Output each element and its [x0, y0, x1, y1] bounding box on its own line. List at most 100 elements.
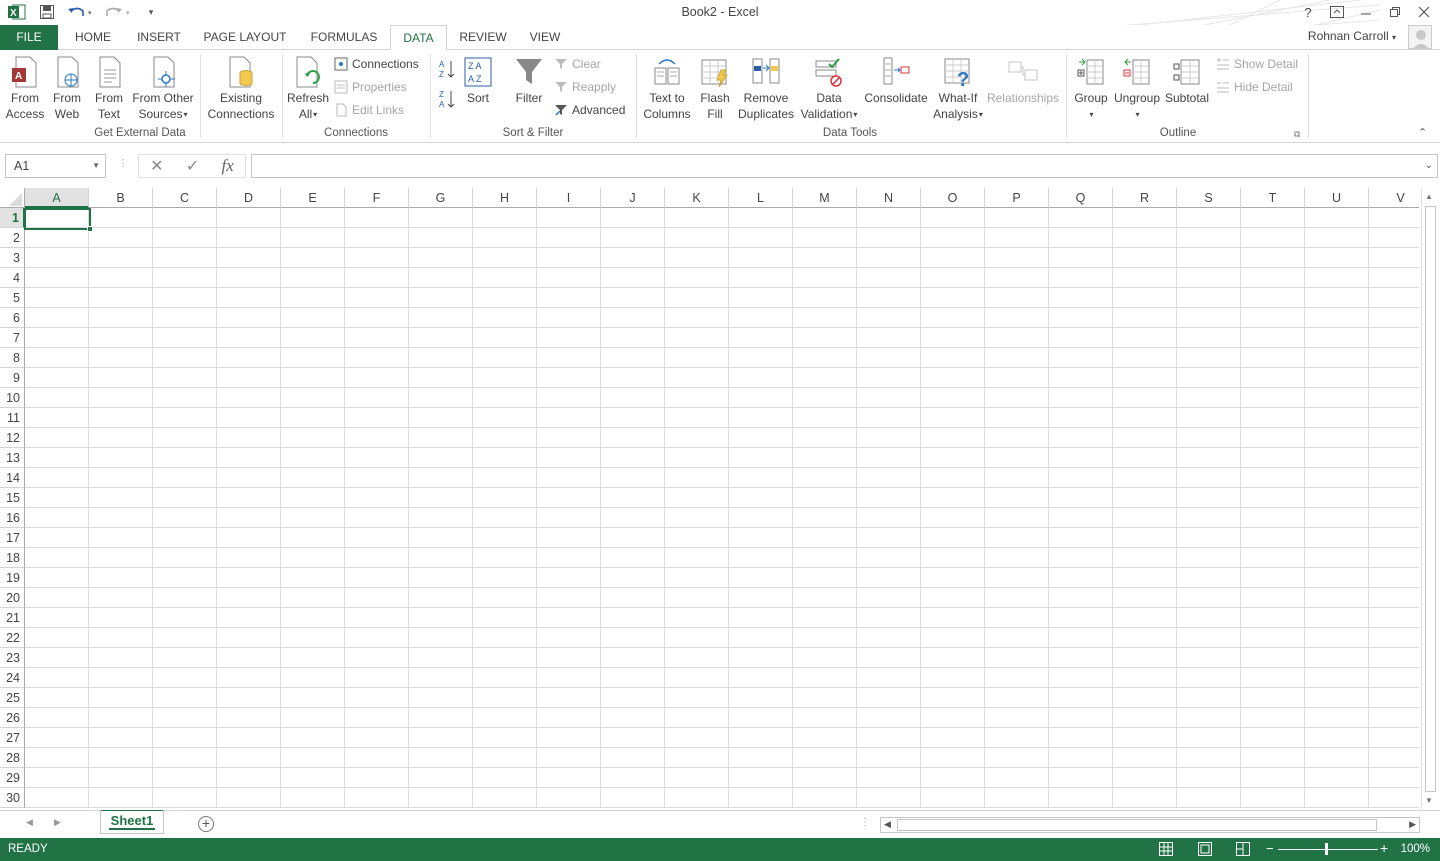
- outline-dialog-launcher-icon[interactable]: ⧉: [1294, 129, 1300, 140]
- sort-a-to-z-button[interactable]: AZ: [436, 58, 458, 84]
- tab-insert[interactable]: INSERT: [130, 25, 188, 50]
- column-header[interactable]: D: [217, 188, 281, 208]
- row-header[interactable]: 27: [0, 728, 25, 748]
- show-detail-button[interactable]: Show Detail: [1216, 54, 1298, 74]
- row-header[interactable]: 24: [0, 668, 25, 688]
- cell-area[interactable]: [25, 208, 1419, 808]
- column-header[interactable]: S: [1177, 188, 1241, 208]
- expand-formula-bar-icon[interactable]: ⌄: [1425, 160, 1433, 171]
- tab-splitter-icon[interactable]: ⋮: [860, 817, 870, 828]
- column-header[interactable]: A: [25, 188, 89, 208]
- sort-z-to-a-button[interactable]: ZA: [436, 88, 458, 114]
- row-header[interactable]: 3: [0, 248, 25, 268]
- previous-sheet-icon[interactable]: ◀: [26, 817, 33, 828]
- subtotal-button[interactable]: Subtotal: [1162, 56, 1212, 106]
- edit-links-button[interactable]: Edit Links: [334, 100, 404, 120]
- row-header[interactable]: 7: [0, 328, 25, 348]
- column-header[interactable]: B: [89, 188, 153, 208]
- column-header[interactable]: T: [1241, 188, 1305, 208]
- vertical-scroll-thumb[interactable]: [1425, 206, 1436, 792]
- new-sheet-icon[interactable]: +: [198, 816, 214, 832]
- column-header[interactable]: K: [665, 188, 729, 208]
- zoom-level[interactable]: 100%: [1401, 843, 1430, 855]
- hide-detail-button[interactable]: Hide Detail: [1216, 77, 1293, 97]
- reapply-button[interactable]: Reapply: [554, 77, 616, 97]
- text-to-columns-button[interactable]: Text to Columns: [640, 56, 694, 122]
- tab-file[interactable]: FILE: [0, 25, 58, 50]
- column-header[interactable]: E: [281, 188, 345, 208]
- column-header[interactable]: H: [473, 188, 537, 208]
- zoom-in-icon[interactable]: +: [1380, 840, 1388, 856]
- zoom-out-icon[interactable]: −: [1266, 841, 1274, 856]
- column-header[interactable]: P: [985, 188, 1049, 208]
- from-web-button[interactable]: From Web: [48, 56, 86, 122]
- clear-filter-button[interactable]: Clear: [554, 54, 601, 74]
- minimize-icon[interactable]: [1353, 2, 1379, 22]
- vertical-scrollbar[interactable]: ▲ ▼: [1421, 188, 1438, 810]
- name-box[interactable]: A1 ▼: [5, 154, 106, 178]
- active-cell[interactable]: [24, 208, 93, 232]
- existing-connections-button[interactable]: Existing Connections: [204, 56, 278, 122]
- row-header[interactable]: 5: [0, 288, 25, 308]
- row-header[interactable]: 19: [0, 568, 25, 588]
- restore-icon[interactable]: [1382, 2, 1408, 22]
- tab-page-layout[interactable]: PAGE LAYOUT: [196, 25, 294, 50]
- column-header[interactable]: L: [729, 188, 793, 208]
- row-header[interactable]: 21: [0, 608, 25, 628]
- row-header[interactable]: 13: [0, 448, 25, 468]
- scroll-left-icon[interactable]: ◀: [884, 819, 891, 830]
- normal-view-icon[interactable]: [1159, 842, 1173, 856]
- column-header[interactable]: G: [409, 188, 473, 208]
- horizontal-scrollbar[interactable]: ◀ ▶: [880, 817, 1420, 833]
- row-header[interactable]: 9: [0, 368, 25, 388]
- column-header[interactable]: F: [345, 188, 409, 208]
- column-header[interactable]: R: [1113, 188, 1177, 208]
- tab-review[interactable]: REVIEW: [454, 25, 512, 50]
- row-header[interactable]: 4: [0, 268, 25, 288]
- collapse-ribbon-icon[interactable]: ⌃: [1418, 126, 1427, 139]
- from-access-button[interactable]: A From Access: [4, 56, 46, 122]
- cancel-entry-icon[interactable]: ✕: [150, 156, 163, 176]
- group-button[interactable]: Group ▾: [1070, 56, 1112, 123]
- column-header[interactable]: I: [537, 188, 601, 208]
- row-header[interactable]: 1: [0, 208, 25, 228]
- chevron-down-icon[interactable]: ▼: [92, 161, 100, 170]
- column-header[interactable]: U: [1305, 188, 1369, 208]
- column-header[interactable]: O: [921, 188, 985, 208]
- row-header[interactable]: 15: [0, 488, 25, 508]
- close-icon[interactable]: [1411, 2, 1437, 22]
- row-header[interactable]: 14: [0, 468, 25, 488]
- row-header[interactable]: 11: [0, 408, 25, 428]
- row-header[interactable]: 17: [0, 528, 25, 548]
- row-header[interactable]: 29: [0, 768, 25, 788]
- consolidate-button[interactable]: Consolidate: [862, 56, 930, 106]
- tab-view[interactable]: VIEW: [522, 25, 568, 50]
- row-header[interactable]: 28: [0, 748, 25, 768]
- column-header[interactable]: V: [1369, 188, 1419, 208]
- row-header[interactable]: 6: [0, 308, 25, 328]
- row-header[interactable]: 23: [0, 648, 25, 668]
- row-header[interactable]: 20: [0, 588, 25, 608]
- row-header[interactable]: 2: [0, 228, 25, 248]
- from-text-button[interactable]: From Text: [90, 56, 128, 122]
- page-layout-view-icon[interactable]: [1198, 842, 1212, 856]
- formula-input[interactable]: ⌄: [251, 154, 1438, 178]
- avatar[interactable]: [1408, 25, 1432, 49]
- help-icon[interactable]: ?: [1295, 2, 1321, 22]
- insert-function-icon[interactable]: fx: [222, 156, 234, 176]
- worksheet-grid[interactable]: A B C D E F G H I J K L M N O P Q R S T U V 1 2 3 4 5 6 7 8 9 10 11 12 13 1…: [0, 188, 1419, 808]
- row-header[interactable]: 16: [0, 508, 25, 528]
- row-header[interactable]: 8: [0, 348, 25, 368]
- column-header[interactable]: Q: [1049, 188, 1113, 208]
- row-header[interactable]: 12: [0, 428, 25, 448]
- refresh-all-button[interactable]: Refresh All▾: [286, 56, 330, 123]
- zoom-slider-thumb[interactable]: [1325, 843, 1328, 855]
- select-all-corner[interactable]: [0, 188, 25, 208]
- from-other-sources-button[interactable]: From Other Sources▾: [130, 56, 196, 123]
- row-header[interactable]: 10: [0, 388, 25, 408]
- confirm-entry-icon[interactable]: ✓: [186, 156, 199, 176]
- advanced-filter-button[interactable]: Advanced: [554, 100, 625, 120]
- tab-data[interactable]: DATA: [390, 25, 447, 51]
- row-header[interactable]: 22: [0, 628, 25, 648]
- horizontal-scroll-thumb[interactable]: [897, 819, 1377, 831]
